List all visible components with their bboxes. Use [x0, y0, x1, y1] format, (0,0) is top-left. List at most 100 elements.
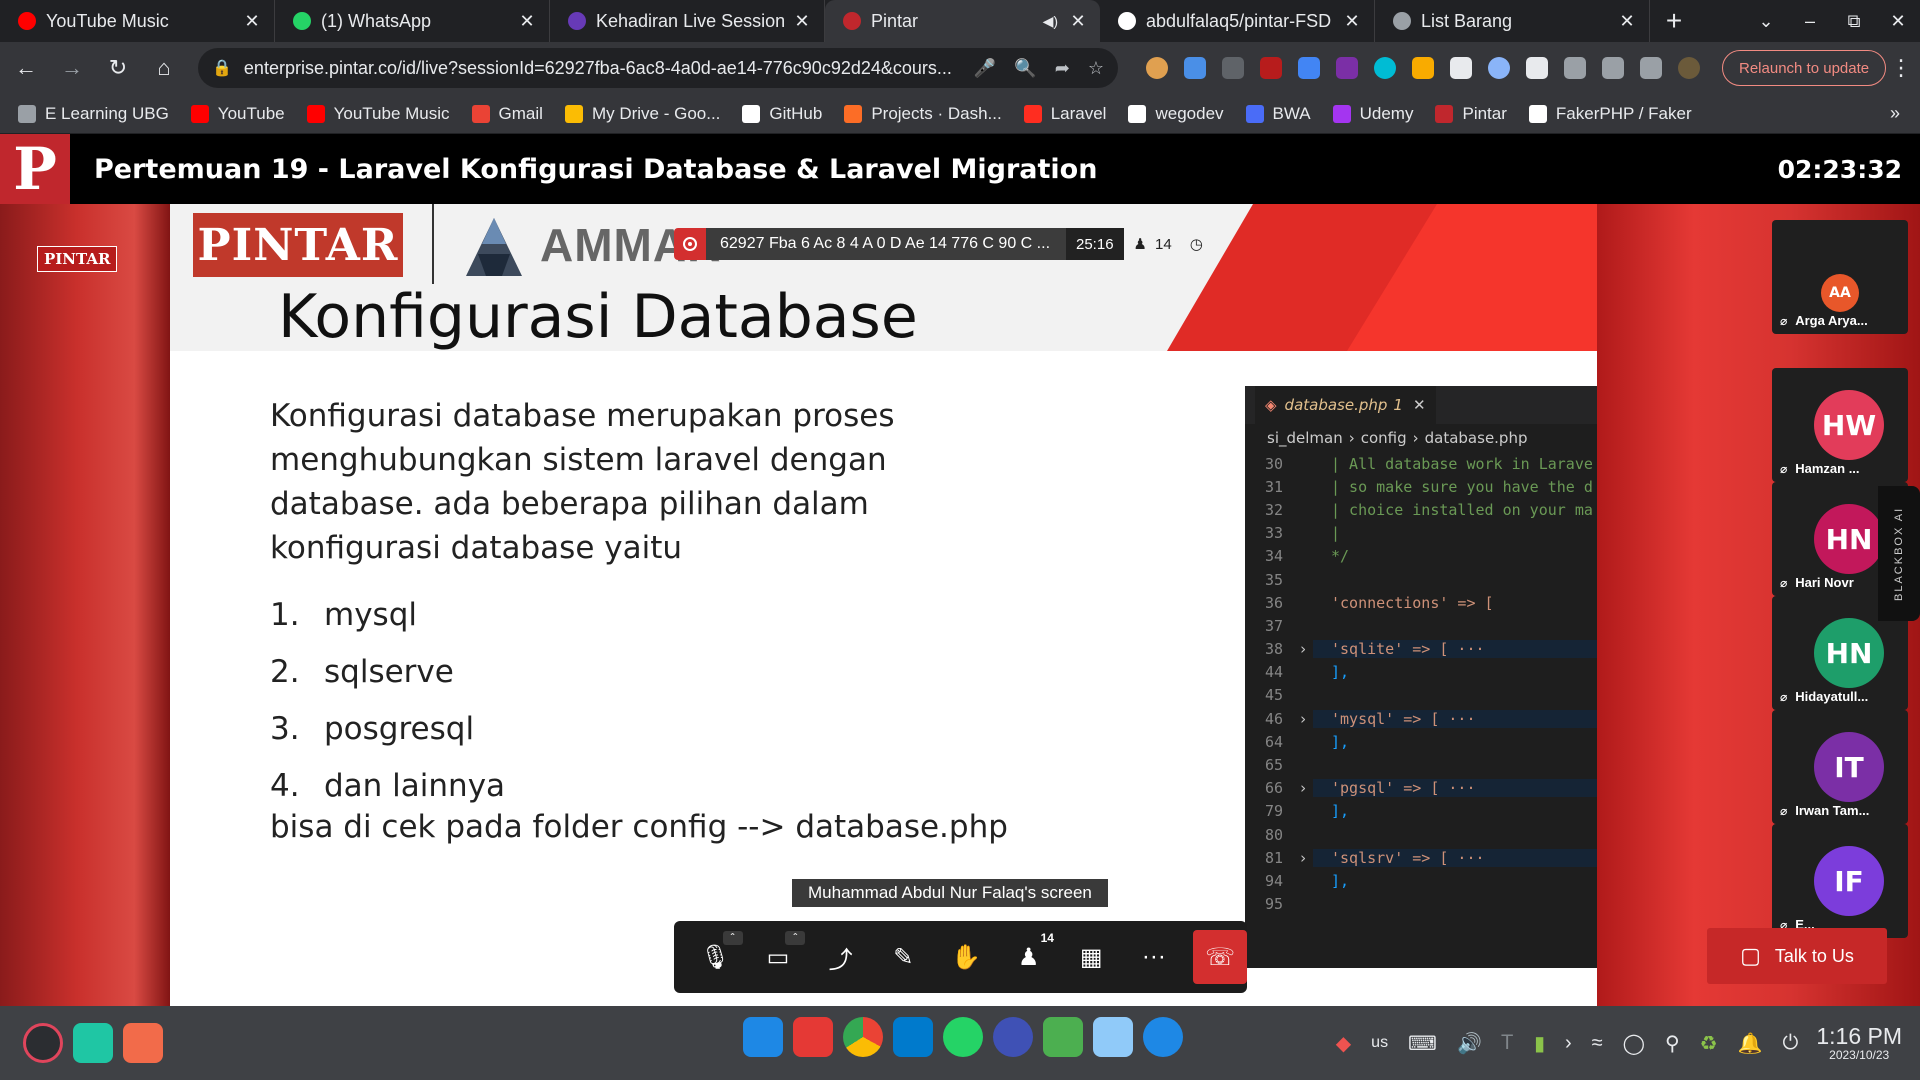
share-icon[interactable]: ➦ — [1055, 58, 1070, 79]
recycle-icon[interactable]: ♻ — [1700, 1031, 1718, 1056]
talk-to-us-button[interactable]: ▢ Talk to Us — [1707, 928, 1887, 984]
bookmark-item[interactable]: wegodev — [1128, 104, 1224, 124]
fold-chevron-icon[interactable]: › — [1293, 849, 1313, 867]
browser-tab[interactable]: YouTube Music ✕ — [0, 0, 275, 42]
extension-icon[interactable] — [1450, 57, 1472, 79]
minimize-icon[interactable]: – — [1788, 11, 1832, 32]
bookmark-item[interactable]: Laravel — [1023, 104, 1106, 124]
bookmark-item[interactable]: FakerPHP / Faker — [1528, 104, 1692, 124]
more-button[interactable]: ··· — [1123, 931, 1186, 983]
bookmark-item[interactable]: BWA — [1245, 104, 1311, 124]
close-icon[interactable]: ✕ — [1617, 11, 1637, 32]
speed-gauge-icon[interactable]: ◷ — [1181, 228, 1211, 260]
participants-button[interactable]: ♟ 14 — [997, 931, 1060, 983]
microphone-button[interactable]: 🎙 ˆ — [684, 931, 747, 983]
chevron-up-icon[interactable]: ˆ — [785, 931, 806, 945]
download-icon[interactable] — [1602, 57, 1624, 79]
microphone-icon[interactable]: 🎤 — [974, 58, 996, 79]
terminal-app-icon[interactable] — [793, 1017, 833, 1057]
wps-app-icon[interactable] — [1143, 1017, 1183, 1057]
app-grid-icon[interactable] — [123, 1023, 163, 1063]
extension-icon[interactable] — [1374, 57, 1396, 79]
fold-chevron-icon[interactable]: › — [1293, 640, 1313, 658]
bookmark-item[interactable]: Udemy — [1332, 104, 1413, 124]
chat-button[interactable]: ✎ — [872, 931, 935, 983]
close-icon[interactable]: ✕ — [792, 11, 812, 32]
home-icon[interactable]: ⌂ — [144, 48, 184, 88]
launcher-icon[interactable] — [23, 1023, 63, 1063]
bookmark-item[interactable]: YouTube Music — [306, 104, 450, 124]
network-app-icon[interactable] — [1093, 1017, 1133, 1057]
extension-icon[interactable] — [1260, 57, 1282, 79]
vscode-app-icon[interactable] — [893, 1017, 933, 1057]
puzzle-icon[interactable] — [1526, 57, 1548, 79]
chevron-up-icon[interactable]: ˆ — [722, 931, 743, 945]
volume-icon[interactable]: 🔊 — [1457, 1031, 1482, 1056]
new-tab-icon[interactable]: + — [1650, 0, 1698, 42]
layout-button[interactable]: ▦ — [1060, 931, 1123, 983]
browser-tab[interactable]: Pintar ◀) ✕ — [825, 0, 1100, 42]
reading-list-icon[interactable] — [1564, 57, 1586, 79]
camera-button[interactable]: ▭ ˆ — [747, 931, 810, 983]
raise-hand-button[interactable]: ✋ — [935, 931, 998, 983]
breadcrumb-item[interactable]: database.php — [1425, 429, 1528, 447]
battery-icon[interactable]: ▮ — [1534, 1031, 1545, 1056]
bookmark-star-icon[interactable]: ☆ — [1088, 58, 1104, 79]
participant-tile[interactable]: AA ⌀ Arga Arya... — [1772, 220, 1908, 334]
anydesk-icon[interactable]: ◆ — [1336, 1031, 1351, 1056]
fold-chevron-icon[interactable]: › — [1293, 710, 1313, 728]
settings-gear-icon[interactable] — [1488, 57, 1510, 79]
bookmark-item[interactable]: Projects · Dash... — [844, 104, 1002, 124]
profile-avatar-icon[interactable] — [1678, 57, 1700, 79]
music-app-icon[interactable] — [1043, 1017, 1083, 1057]
chevron-right-icon[interactable]: › — [1565, 1032, 1572, 1055]
blackbox-ai-tab[interactable]: BLACKBOX AI — [1878, 486, 1920, 621]
extension-icon[interactable] — [1336, 57, 1358, 79]
maximize-icon[interactable]: ⧉ — [1832, 11, 1876, 32]
bookmark-item[interactable]: Gmail — [471, 104, 543, 124]
bookmarks-more-icon[interactable]: » — [1890, 103, 1900, 124]
keyboard-layout-label[interactable]: us — [1371, 1034, 1388, 1052]
relaunch-button[interactable]: Relaunch to update — [1722, 50, 1887, 86]
files-app-icon[interactable] — [743, 1017, 783, 1057]
editor-tab-database-php[interactable]: ◈ database.php 1 ✕ — [1255, 386, 1436, 424]
close-window-icon[interactable]: ✕ — [1876, 11, 1920, 32]
reload-icon[interactable]: ↻ — [98, 48, 138, 88]
address-url[interactable]: enterprise.pintar.co/id/live?sessionId=6… — [244, 58, 956, 79]
close-icon[interactable]: ✕ — [517, 11, 537, 32]
participant-tile[interactable]: IF ⌀ E... — [1772, 824, 1908, 938]
close-icon[interactable]: ✕ — [1342, 11, 1362, 32]
bookmark-item[interactable]: E Learning UBG — [18, 104, 169, 124]
settings-app-icon[interactable] — [993, 1017, 1033, 1057]
forward-icon[interactable]: → — [52, 48, 92, 88]
browser-tab[interactable]: abdulfalaq5/pintar-FSD ✕ — [1100, 0, 1375, 42]
share-screen-button[interactable]: ⤴ — [809, 931, 872, 983]
sidepanel-icon[interactable] — [1640, 57, 1662, 79]
chevron-down-icon[interactable]: ⌄ — [1744, 11, 1788, 32]
notification-bell-icon[interactable]: 🔔 — [1738, 1031, 1763, 1056]
search-icon[interactable]: ⚲ — [1665, 1031, 1680, 1056]
participant-tile[interactable]: HW ⌀ Hamzan ... — [1772, 368, 1908, 482]
browser-tab[interactable]: Kehadiran Live Session ✕ — [550, 0, 825, 42]
browser-menu-icon[interactable]: ⋮ — [1886, 55, 1916, 81]
browser-tab[interactable]: (1) WhatsApp ✕ — [275, 0, 550, 42]
close-icon[interactable]: ✕ — [1068, 11, 1088, 32]
keyboard-icon[interactable]: ⌨ — [1408, 1031, 1437, 1056]
zoom-icon[interactable]: 🔍 — [1014, 58, 1036, 79]
close-icon[interactable]: ✕ — [1413, 396, 1426, 414]
speaker-icon[interactable]: ◀) — [1043, 13, 1058, 30]
bookmark-item[interactable]: My Drive - Goo... — [564, 104, 720, 124]
extension-icon[interactable] — [1222, 57, 1244, 79]
wifi-icon[interactable]: ≈ — [1592, 1032, 1603, 1055]
extension-icon[interactable] — [1146, 57, 1168, 79]
breadcrumb-item[interactable]: config — [1361, 429, 1407, 447]
back-icon[interactable]: ← — [6, 48, 46, 88]
leave-call-button[interactable]: ☏ — [1193, 930, 1247, 984]
participant-tile[interactable]: IT ⌀ Irwan Tam... — [1772, 710, 1908, 824]
accessibility-icon[interactable]: ◯ — [1623, 1031, 1645, 1056]
whatsapp-app-icon[interactable] — [943, 1017, 983, 1057]
extension-icon[interactable] — [1298, 57, 1320, 79]
browser-tab[interactable]: List Barang ✕ — [1375, 0, 1650, 42]
close-icon[interactable]: ✕ — [242, 11, 262, 32]
bookmark-item[interactable]: GitHub — [742, 104, 822, 124]
